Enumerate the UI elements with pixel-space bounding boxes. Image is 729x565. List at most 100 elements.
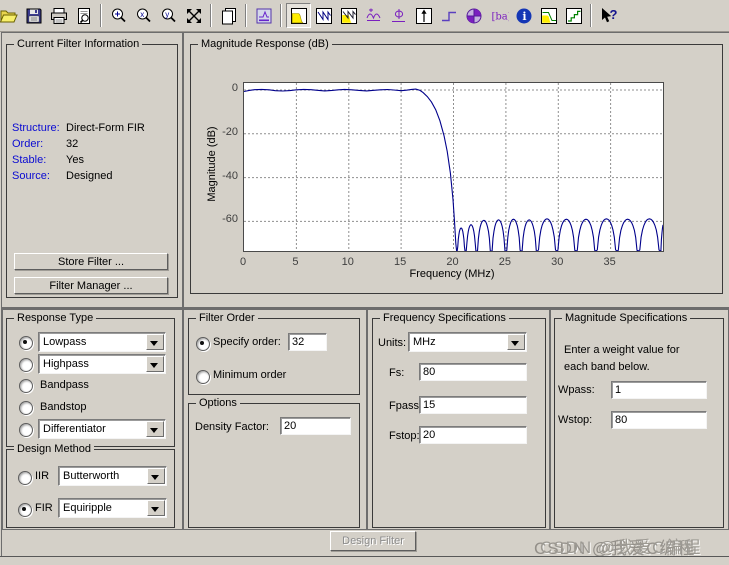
fstop-input[interactable] bbox=[419, 426, 527, 444]
wstop-input[interactable] bbox=[611, 411, 707, 429]
x-tick-label: 20 bbox=[446, 256, 459, 268]
chevron-down-icon[interactable] bbox=[146, 356, 164, 372]
phase-delay-icon bbox=[391, 8, 405, 22]
full-view-icon bbox=[186, 8, 201, 23]
minimum-order-label: Minimum order bbox=[213, 369, 287, 381]
svg-text:y: y bbox=[165, 10, 169, 19]
radio-fir[interactable] bbox=[18, 503, 32, 517]
phase-response-button[interactable] bbox=[311, 3, 336, 28]
save-icon bbox=[26, 8, 41, 23]
units-label: Units: bbox=[378, 337, 407, 349]
radio-bandpass[interactable] bbox=[19, 379, 33, 393]
design-filter-button[interactable]: Design Filter bbox=[330, 531, 416, 551]
lowpass-select[interactable]: Lowpass bbox=[38, 332, 166, 352]
watermark: CSDN @我爱C编程 bbox=[540, 538, 702, 557]
store-filter-button[interactable]: Store Filter ... bbox=[14, 253, 168, 270]
step-response-button[interactable] bbox=[436, 3, 461, 28]
fdatool-window: x y [ba] i ? Current Filter Information … bbox=[0, 0, 729, 565]
print-to-figure-button[interactable] bbox=[216, 3, 241, 28]
x-tick-label: 15 bbox=[394, 256, 407, 268]
save-button[interactable] bbox=[21, 3, 46, 28]
fpass-input[interactable] bbox=[419, 396, 527, 414]
units-select[interactable]: MHz bbox=[408, 332, 527, 352]
help-button[interactable]: ? bbox=[596, 3, 621, 28]
filter-coefficients-button[interactable]: [ba] bbox=[486, 3, 511, 28]
radio-differentiator[interactable] bbox=[19, 423, 33, 437]
filter-design-button[interactable] bbox=[251, 3, 276, 28]
zoom-x-icon: x bbox=[136, 8, 151, 22]
differentiator-select-value: Differentiator bbox=[43, 423, 106, 435]
y-tick-label: -40 bbox=[222, 169, 238, 182]
stable-value: Yes bbox=[66, 154, 84, 166]
toolbar-separator bbox=[100, 4, 102, 27]
toolbar: x y [ba] i ? bbox=[0, 0, 729, 32]
x-axis-label: Frequency (MHz) bbox=[409, 268, 495, 280]
magnitude-response-icon bbox=[290, 7, 307, 24]
phase-response-icon bbox=[315, 7, 332, 24]
print-preview-button[interactable] bbox=[71, 3, 96, 28]
open-icon bbox=[0, 10, 18, 22]
fir-method-select[interactable]: Equiripple bbox=[58, 498, 167, 518]
status-bar bbox=[0, 556, 729, 565]
radio-minimum-order[interactable] bbox=[196, 370, 210, 384]
highpass-select[interactable]: Highpass bbox=[38, 354, 166, 374]
open-button[interactable] bbox=[0, 3, 21, 28]
impulse-response-button[interactable] bbox=[411, 3, 436, 28]
realize-model-icon bbox=[565, 7, 582, 24]
x-tick-label: 35 bbox=[603, 256, 616, 268]
fs-input[interactable] bbox=[419, 363, 527, 381]
iir-method-select[interactable]: Butterworth bbox=[58, 466, 167, 486]
chevron-down-icon[interactable] bbox=[147, 500, 165, 516]
wpass-label: Wpass: bbox=[558, 384, 595, 396]
chevron-down-icon[interactable] bbox=[147, 468, 165, 484]
svg-text:?: ? bbox=[609, 7, 617, 22]
radio-iir[interactable] bbox=[18, 471, 32, 485]
fstop-label: Fstop: bbox=[389, 430, 420, 442]
print-to-figure-icon bbox=[221, 7, 236, 24]
realize-model-button[interactable] bbox=[561, 3, 586, 28]
zoom-x-button[interactable]: x bbox=[131, 3, 156, 28]
magnitude-response-estimate-button[interactable] bbox=[536, 3, 561, 28]
filter-design-icon bbox=[256, 8, 271, 23]
group-delay-button[interactable] bbox=[361, 3, 386, 28]
print-button[interactable] bbox=[46, 3, 71, 28]
pole-zero-button[interactable] bbox=[461, 3, 486, 28]
filter-information-button[interactable]: i bbox=[511, 3, 536, 28]
radio-bandstop[interactable] bbox=[19, 401, 33, 415]
radio-specify-order[interactable] bbox=[196, 337, 210, 351]
source-value: Designed bbox=[66, 170, 113, 182]
toolbar-separator bbox=[210, 4, 212, 27]
specify-order-label: Specify order: bbox=[213, 336, 281, 348]
structure-value: Direct-Form FIR bbox=[66, 122, 145, 134]
full-view-button[interactable] bbox=[181, 3, 206, 28]
wpass-input[interactable] bbox=[611, 381, 707, 399]
magnitude-specs-title: Magnitude Specifications bbox=[562, 311, 691, 325]
filter-manager-button[interactable]: Filter Manager ... bbox=[14, 277, 168, 294]
density-factor-input[interactable] bbox=[280, 417, 351, 435]
chevron-down-icon[interactable] bbox=[507, 334, 525, 350]
bandstop-label: Bandstop bbox=[40, 401, 87, 413]
print-preview-icon bbox=[77, 7, 90, 24]
lowpass-select-value: Lowpass bbox=[43, 336, 87, 348]
specify-order-input[interactable] bbox=[288, 333, 327, 351]
weight-note-line2: each band below. bbox=[564, 361, 650, 373]
structure-label: Structure: bbox=[12, 122, 60, 134]
zoom-in-button[interactable] bbox=[106, 3, 131, 28]
differentiator-select[interactable]: Differentiator bbox=[38, 419, 166, 439]
chevron-down-icon[interactable] bbox=[146, 334, 164, 350]
radio-lowpass[interactable] bbox=[19, 336, 33, 350]
chevron-down-icon[interactable] bbox=[146, 421, 164, 437]
magnitude-and-phase-button[interactable] bbox=[336, 3, 361, 28]
step-response-icon bbox=[441, 11, 456, 21]
pole-zero-icon bbox=[466, 8, 481, 23]
radio-highpass[interactable] bbox=[19, 358, 33, 372]
fir-label: FIR bbox=[35, 502, 53, 514]
x-tick-label: 5 bbox=[292, 256, 299, 268]
zoom-y-button[interactable]: y bbox=[156, 3, 181, 28]
x-tick-label: 0 bbox=[239, 256, 247, 268]
group-delay-icon bbox=[366, 8, 380, 21]
phase-delay-button[interactable] bbox=[386, 3, 411, 28]
magnitude-response-chart: Magnitude (dB) 0 -20 -40 -60 0 5 10 15 20 25 30 35… bbox=[190, 44, 721, 292]
magnitude-response-button[interactable] bbox=[286, 3, 311, 28]
toolbar-separator bbox=[280, 4, 282, 27]
